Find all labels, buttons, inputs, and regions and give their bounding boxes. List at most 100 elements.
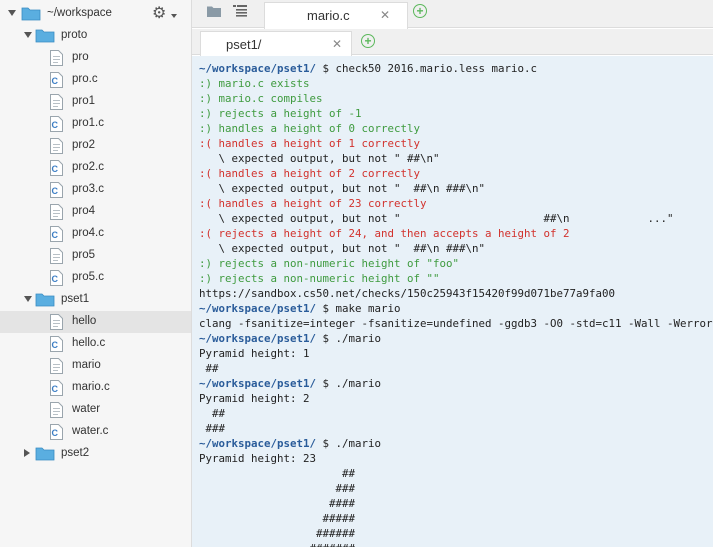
line-text: #####	[199, 512, 356, 525]
tree-folder[interactable]: proto	[0, 25, 191, 47]
tree-file[interactable]: C pro1.c	[0, 113, 191, 135]
line-text: \ expected output, but not " ##\n ..."	[199, 212, 674, 225]
tree-item-label: hello	[72, 315, 97, 327]
tree-item-label: pro2	[72, 139, 96, 151]
terminal-line: #######	[199, 541, 713, 547]
terminal-line: :) rejects a non-numeric height of "foo"	[199, 256, 713, 271]
tree-file[interactable]: pro5	[0, 245, 191, 267]
tree-file[interactable]: pro4	[0, 201, 191, 223]
terminal-line: :( handles a height of 2 correctly	[199, 166, 713, 181]
terminal-line: :) mario.c exists	[199, 76, 713, 91]
line-text: \ expected output, but not " ##\n ###\n"	[199, 182, 486, 195]
file-icon	[50, 94, 63, 110]
terminal-line: \ expected output, but not " ##\n ###\n"	[199, 241, 713, 256]
folder-icon[interactable]	[206, 5, 222, 18]
line-text: :( handles a height of 23 correctly	[199, 197, 427, 210]
outline-icon[interactable]	[232, 4, 248, 18]
editor-tab-bar: mario.c ✕ +	[192, 0, 713, 29]
prompt-path: ~/workspace/pset1/	[199, 437, 317, 450]
line-text: $ ./mario	[316, 332, 382, 345]
line-text: \ expected output, but not " ##\n ###\n"	[199, 242, 486, 255]
tab-terminal-pset1[interactable]: pset1/ ✕	[200, 31, 352, 56]
tree-item-label: pro5.c	[72, 271, 104, 283]
tab-label: mario.c	[307, 8, 350, 23]
tree-item-label: pro	[72, 51, 89, 63]
terminal-line: #####	[199, 511, 713, 526]
add-tab-icon[interactable]: +	[413, 4, 427, 18]
add-terminal-icon[interactable]: +	[361, 34, 375, 48]
tree-item-label: pro1.c	[72, 117, 104, 129]
chevron-down-icon[interactable]	[8, 10, 16, 16]
prompt-path: ~/workspace/pset1/	[199, 302, 317, 315]
tree-folder[interactable]: pset2	[0, 443, 191, 465]
close-icon[interactable]: ✕	[332, 37, 342, 51]
line-text: :) mario.c compiles	[199, 92, 323, 105]
line-text: Pyramid height: 2	[199, 392, 310, 405]
file-icon	[50, 248, 63, 264]
tree-folder[interactable]: pset1	[0, 289, 191, 311]
line-text: $ check50 2016.mario.less mario.c	[316, 62, 538, 75]
tree-file[interactable]: water	[0, 399, 191, 421]
tree-file[interactable]: C pro3.c	[0, 179, 191, 201]
tree-file[interactable]: pro1	[0, 91, 191, 113]
folder-icon	[35, 447, 55, 461]
line-text: $ make mario	[316, 302, 401, 315]
c-file-icon: C	[50, 424, 63, 440]
line-text: ##	[199, 407, 226, 420]
prompt-path: ~/workspace/pset1/	[199, 62, 317, 75]
tree-item-label: pro4.c	[72, 227, 104, 239]
chevron-down-icon[interactable]	[24, 32, 32, 38]
tree-item-label: hello.c	[72, 337, 106, 349]
tree-item-label: mario	[72, 359, 101, 371]
svg-text:C: C	[52, 230, 59, 240]
c-file-icon: C	[50, 270, 63, 286]
tree-file[interactable]: C pro4.c	[0, 223, 191, 245]
terminal-tab-bar: pset1/ ✕ +	[192, 29, 713, 56]
tree-item-label: water.c	[72, 425, 109, 437]
tree-root[interactable]: ~/workspace ⚙	[0, 3, 191, 25]
tree-file[interactable]: pro	[0, 47, 191, 69]
tree-file[interactable]: C pro5.c	[0, 267, 191, 289]
tree-file[interactable]: C hello.c	[0, 333, 191, 355]
line-text: https://sandbox.cs50.net/checks/150c2594…	[199, 287, 616, 300]
tab-label: pset1/	[226, 37, 262, 52]
terminal-line: :( handles a height of 1 correctly	[199, 136, 713, 151]
chevron-right-icon[interactable]	[24, 449, 30, 457]
tree-file[interactable]: pro2	[0, 135, 191, 157]
line-text: \ expected output, but not " ##\n"	[199, 152, 440, 165]
tree-file[interactable]: C water.c	[0, 421, 191, 443]
prompt-path: ~/workspace/pset1/	[199, 332, 317, 345]
caret-down-icon[interactable]	[171, 14, 177, 18]
tree-file[interactable]: C pro.c	[0, 69, 191, 91]
file-icon	[50, 314, 63, 330]
file-icon	[50, 402, 63, 418]
tree-file[interactable]: C mario.c	[0, 377, 191, 399]
terminal-line: ######	[199, 526, 713, 541]
tree-file[interactable]: C pro2.c	[0, 157, 191, 179]
terminal-line: Pyramid height: 1	[199, 346, 713, 361]
svg-text:C: C	[52, 76, 59, 86]
tree-item-label: pset2	[61, 447, 90, 459]
terminal-line: https://sandbox.cs50.net/checks/150c2594…	[199, 286, 713, 301]
svg-text:C: C	[52, 186, 59, 196]
chevron-down-icon[interactable]	[24, 296, 32, 302]
close-icon[interactable]: ✕	[380, 8, 390, 22]
terminal-line: \ expected output, but not " ##\n"	[199, 151, 713, 166]
gear-icon[interactable]: ⚙	[152, 6, 166, 22]
terminal-line: ###	[199, 421, 713, 436]
line-text: #######	[199, 542, 356, 547]
terminal-output[interactable]: ~/workspace/pset1/ $ check50 2016.mario.…	[192, 56, 713, 547]
line-text: :( rejects a height of 24, and then acce…	[199, 227, 570, 240]
line-text: :) rejects a height of -1	[199, 107, 362, 120]
tree-file[interactable]: mario	[0, 355, 191, 377]
terminal-line: Pyramid height: 2	[199, 391, 713, 406]
tree-file[interactable]: hello	[0, 311, 191, 333]
file-icon	[50, 138, 63, 154]
tree-item-label: pro4	[72, 205, 96, 217]
tree-item-label: pro5	[72, 249, 96, 261]
line-text: :( handles a height of 1 correctly	[199, 137, 421, 150]
terminal-prompt-line: ~/workspace/pset1/ $ ./mario	[199, 331, 713, 346]
tab-mario-c[interactable]: mario.c ✕	[264, 2, 408, 29]
terminal-line: :) mario.c compiles	[199, 91, 713, 106]
terminal-prompt-line: ~/workspace/pset1/ $ ./mario	[199, 436, 713, 451]
